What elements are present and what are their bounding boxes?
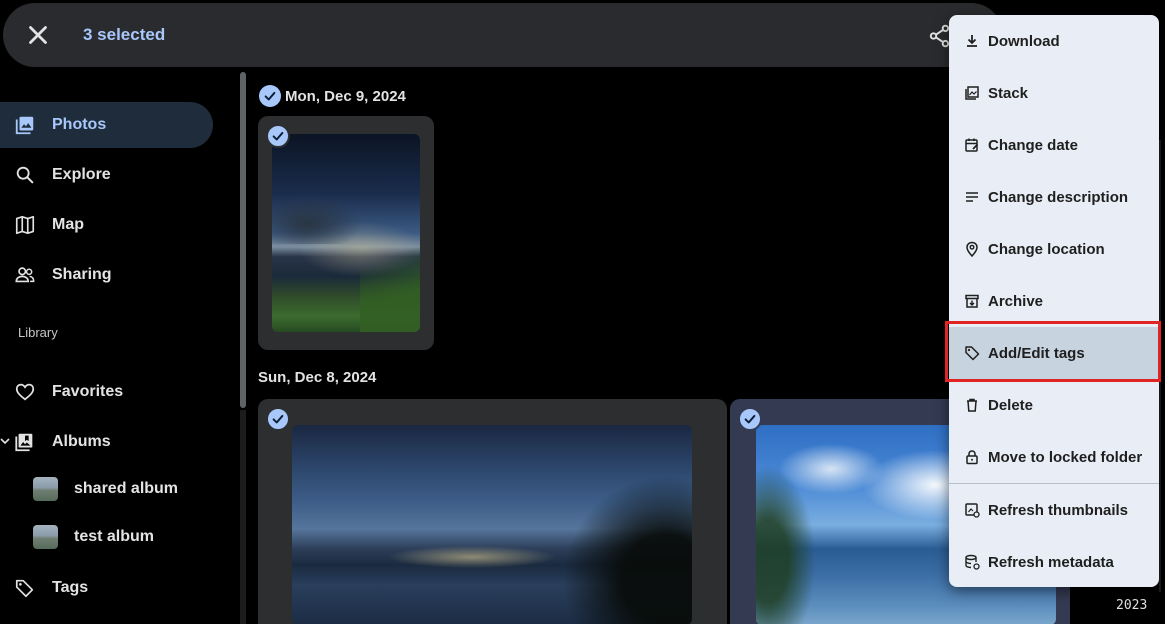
timeline-scrubber[interactable] [1159,140,1161,600]
photo-selected-checkbox[interactable] [266,407,290,431]
sidebar-scrollbar[interactable] [240,72,246,408]
sidebar-item-label: Favorites [52,383,124,400]
refresh-thumbnails-icon [965,503,980,518]
checkmark-icon [264,91,276,101]
sidebar-item-label: Explore [52,166,111,183]
close-selection-button[interactable] [23,20,53,50]
photo-selected-checkbox[interactable] [738,407,762,431]
tag-icon [965,346,980,361]
trash-icon [967,398,977,412]
sidebar-item-explore[interactable]: Explore [0,152,213,198]
sidebar-item-label: Albums [52,433,111,450]
menu-item-label: Download [988,32,1060,50]
menu-item-label: Change location [988,240,1105,258]
sidebar-item-map[interactable]: Map [0,202,213,248]
menu-item-label: Delete [988,396,1034,414]
calendar-edit-icon [965,138,979,152]
menu-item-label: Change description [988,188,1129,206]
menu-item-delete[interactable]: Delete [949,379,1159,431]
menu-item-refresh-thumbnails[interactable]: Refresh thumbnails [949,484,1159,536]
menu-item-move-to-locked-folder[interactable]: Move to locked folder [949,431,1159,483]
sidebar-item-label: Photos [52,116,107,133]
lock-icon [966,450,978,465]
photo-selected-checkbox[interactable] [266,124,290,148]
sidebar-item-tags[interactable]: Tags [0,565,213,611]
sidebar-item-label: Tags [52,579,89,596]
album-item-label: test album [74,528,155,545]
date-group-header[interactable]: Sun, Dec 8, 2024 [258,369,376,386]
photo-tile[interactable] [258,399,727,624]
menu-item-label: Refresh metadata [988,553,1114,571]
menu-item-add-edit-tags[interactable]: Add/Edit tags [949,327,1159,379]
checkmark-icon [272,131,284,141]
selected-count: 3 selected [83,25,166,44]
menu-item-download[interactable]: Download [949,15,1159,67]
menu-item-change-location[interactable]: Change location [949,223,1159,275]
refresh-metadata-icon [965,554,980,570]
close-icon [29,26,47,44]
archive-icon [965,294,979,308]
description-icon [966,192,978,202]
photos-icon [15,116,34,135]
menu-item-change-date[interactable]: Change date [949,119,1159,171]
search-icon [16,166,34,184]
menu-item-stack[interactable]: Stack [949,67,1159,119]
date-group-header[interactable]: Mon, Dec 9, 2024 [259,85,406,107]
photo-thumbnail [272,134,420,332]
sidebar-item-sharing[interactable]: Sharing [0,252,213,298]
menu-item-change-description[interactable]: Change description [949,171,1159,223]
menu-item-archive[interactable]: Archive [949,275,1159,327]
menu-item-label: Change date [988,136,1079,154]
album-item-test-album[interactable]: test album [0,514,213,560]
selection-toolbar: 3 selected [3,3,1003,67]
location-icon [966,241,978,257]
heart-icon [15,383,35,401]
scrollbar-track [240,410,246,624]
checkmark-icon [272,414,284,424]
timeline-year: 2023 [1116,598,1148,613]
album-thumbnail [33,477,58,501]
sidebar: Photos Explore Map Sharing Library Favor… [0,100,235,624]
download-icon [967,35,977,47]
sidebar-item-label: Map [52,216,84,233]
album-item-shared-album[interactable]: shared album [0,466,213,512]
sidebar-item-photos[interactable]: Photos [0,102,213,148]
select-group-checkbox[interactable] [259,85,281,107]
menu-item-label: Add/Edit tags [988,344,1085,362]
stack-icon [965,86,979,100]
menu-item-label: Move to locked folder [988,448,1143,466]
album-item-label: shared album [74,480,179,497]
tag-icon [15,579,34,598]
album-thumbnail [33,525,58,549]
photo-tile[interactable] [258,116,434,350]
map-icon [15,215,35,235]
menu-item-label: Stack [988,84,1029,102]
sidebar-item-favorites[interactable]: Favorites [0,369,213,415]
more-options-menu: Download Stack Change date Change descri… [949,15,1159,587]
date-label: Mon, Dec 9, 2024 [285,87,406,105]
checkmark-icon [744,414,756,424]
library-section-label: Library [18,325,58,340]
people-icon [15,267,35,283]
menu-item-label: Refresh thumbnails [988,501,1129,519]
menu-item-refresh-metadata[interactable]: Refresh metadata [949,536,1159,587]
chevron-down-icon[interactable] [0,436,10,446]
date-label: Sun, Dec 8, 2024 [258,369,377,386]
sidebar-item-label: Sharing [52,266,112,283]
album-icon [15,433,33,452]
menu-item-label: Archive [988,292,1044,310]
photo-thumbnail [292,425,692,624]
sidebar-item-albums[interactable]: Albums [0,419,213,465]
